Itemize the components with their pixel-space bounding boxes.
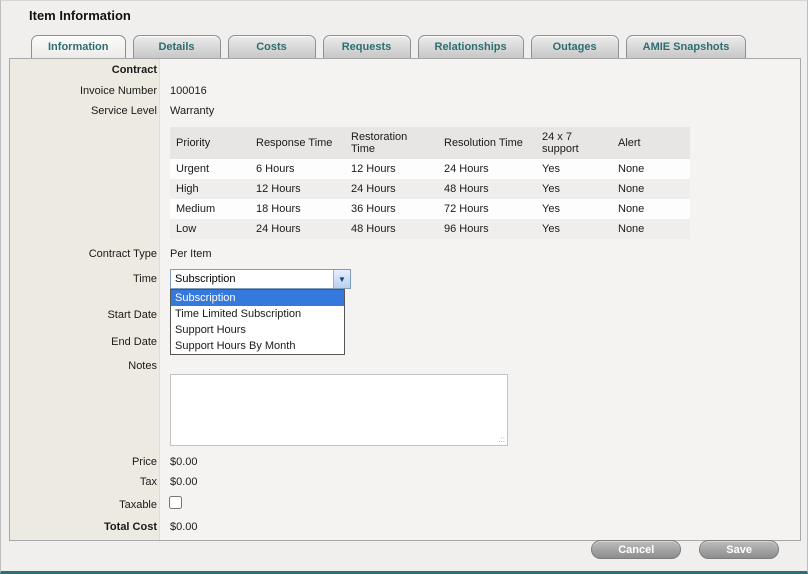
table-cell: None <box>612 219 690 239</box>
time-label: Time <box>15 273 157 285</box>
tab-information[interactable]: Information <box>31 35 126 58</box>
information-panel: Contract Invoice Number 100016 Service L… <box>9 58 801 541</box>
table-cell: Yes <box>536 199 612 219</box>
contract-type-value: Per Item <box>170 248 212 260</box>
table-cell: Yes <box>536 179 612 199</box>
dropdown-option-support-hours-by-month[interactable]: Support Hours By Month <box>171 338 344 354</box>
table-cell: 6 Hours <box>250 159 345 179</box>
item-information-window: Item Information Information Details Cos… <box>0 0 808 574</box>
table-header-row: Priority Response Time Restoration Time … <box>170 127 690 159</box>
contract-type-label: Contract Type <box>15 248 157 260</box>
notes-field-wrapper: .:: <box>170 374 508 446</box>
table-cell: 48 Hours <box>438 179 536 199</box>
notes-label: Notes <box>15 360 157 372</box>
page-title: Item Information <box>29 8 131 23</box>
table-cell: 24 Hours <box>250 219 345 239</box>
tab-amie-snapshots[interactable]: AMIE Snapshots <box>626 35 747 58</box>
cancel-button[interactable]: Cancel <box>591 540 681 559</box>
table-cell: Yes <box>536 219 612 239</box>
tab-bar: Information Details Costs Requests Relat… <box>31 35 746 58</box>
tax-label: Tax <box>15 476 157 488</box>
taxable-label: Taxable <box>15 499 157 511</box>
table-cell: Low <box>170 219 250 239</box>
table-cell: 48 Hours <box>345 219 438 239</box>
table-row: Urgent 6 Hours 12 Hours 24 Hours Yes Non… <box>170 159 690 179</box>
table-cell: 24 Hours <box>438 159 536 179</box>
start-date-label: Start Date <box>15 309 157 321</box>
save-button[interactable]: Save <box>699 540 779 559</box>
tab-relationships[interactable]: Relationships <box>418 35 524 58</box>
total-cost-label: Total Cost <box>15 521 157 533</box>
time-select-dropdown: Subscription Time Limited Subscription S… <box>170 289 345 355</box>
dropdown-option-support-hours[interactable]: Support Hours <box>171 322 344 338</box>
notes-textarea[interactable] <box>170 374 508 446</box>
table-cell: 96 Hours <box>438 219 536 239</box>
service-level-label: Service Level <box>15 105 157 117</box>
total-cost-value: $0.00 <box>170 521 198 533</box>
table-row: High 12 Hours 24 Hours 48 Hours Yes None <box>170 179 690 199</box>
table-cell: None <box>612 199 690 219</box>
tab-costs[interactable]: Costs <box>228 35 316 58</box>
tab-requests[interactable]: Requests <box>323 35 411 58</box>
end-date-label: End Date <box>15 336 157 348</box>
table-header: Response Time <box>250 127 345 159</box>
invoice-number-value: 100016 <box>170 85 207 97</box>
time-select-value: Subscription <box>171 273 333 285</box>
table-cell: High <box>170 179 250 199</box>
action-button-bar: Cancel Save <box>591 540 779 559</box>
table-header: Resolution Time <box>438 127 536 159</box>
invoice-number-label: Invoice Number <box>15 85 157 97</box>
table-header: Alert <box>612 127 690 159</box>
table-cell: 12 Hours <box>345 159 438 179</box>
table-row: Medium 18 Hours 36 Hours 72 Hours Yes No… <box>170 199 690 219</box>
time-select[interactable]: Subscription ▼ <box>170 269 351 289</box>
dropdown-option-subscription[interactable]: Subscription <box>171 290 344 306</box>
table-cell: 36 Hours <box>345 199 438 219</box>
tab-details[interactable]: Details <box>133 35 221 58</box>
table-cell: Yes <box>536 159 612 179</box>
contract-section-label: Contract <box>15 64 157 76</box>
table-cell: 24 Hours <box>345 179 438 199</box>
table-cell: 72 Hours <box>438 199 536 219</box>
service-level-value: Warranty <box>170 105 214 117</box>
price-label: Price <box>15 456 157 468</box>
tab-outages[interactable]: Outages <box>531 35 619 58</box>
table-cell: None <box>612 179 690 199</box>
table-cell: None <box>612 159 690 179</box>
price-value: $0.00 <box>170 456 198 468</box>
table-cell: 18 Hours <box>250 199 345 219</box>
table-header: 24 x 7 support <box>536 127 612 159</box>
table-cell: Medium <box>170 199 250 219</box>
tax-value: $0.00 <box>170 476 198 488</box>
sla-table: Priority Response Time Restoration Time … <box>170 127 690 239</box>
table-cell: 12 Hours <box>250 179 345 199</box>
table-row: Low 24 Hours 48 Hours 96 Hours Yes None <box>170 219 690 239</box>
taxable-checkbox[interactable] <box>169 496 182 509</box>
table-header: Priority <box>170 127 250 159</box>
table-cell: Urgent <box>170 159 250 179</box>
table-header: Restoration Time <box>345 127 438 159</box>
chevron-down-icon[interactable]: ▼ <box>333 270 350 288</box>
dropdown-option-time-limited-subscription[interactable]: Time Limited Subscription <box>171 306 344 322</box>
